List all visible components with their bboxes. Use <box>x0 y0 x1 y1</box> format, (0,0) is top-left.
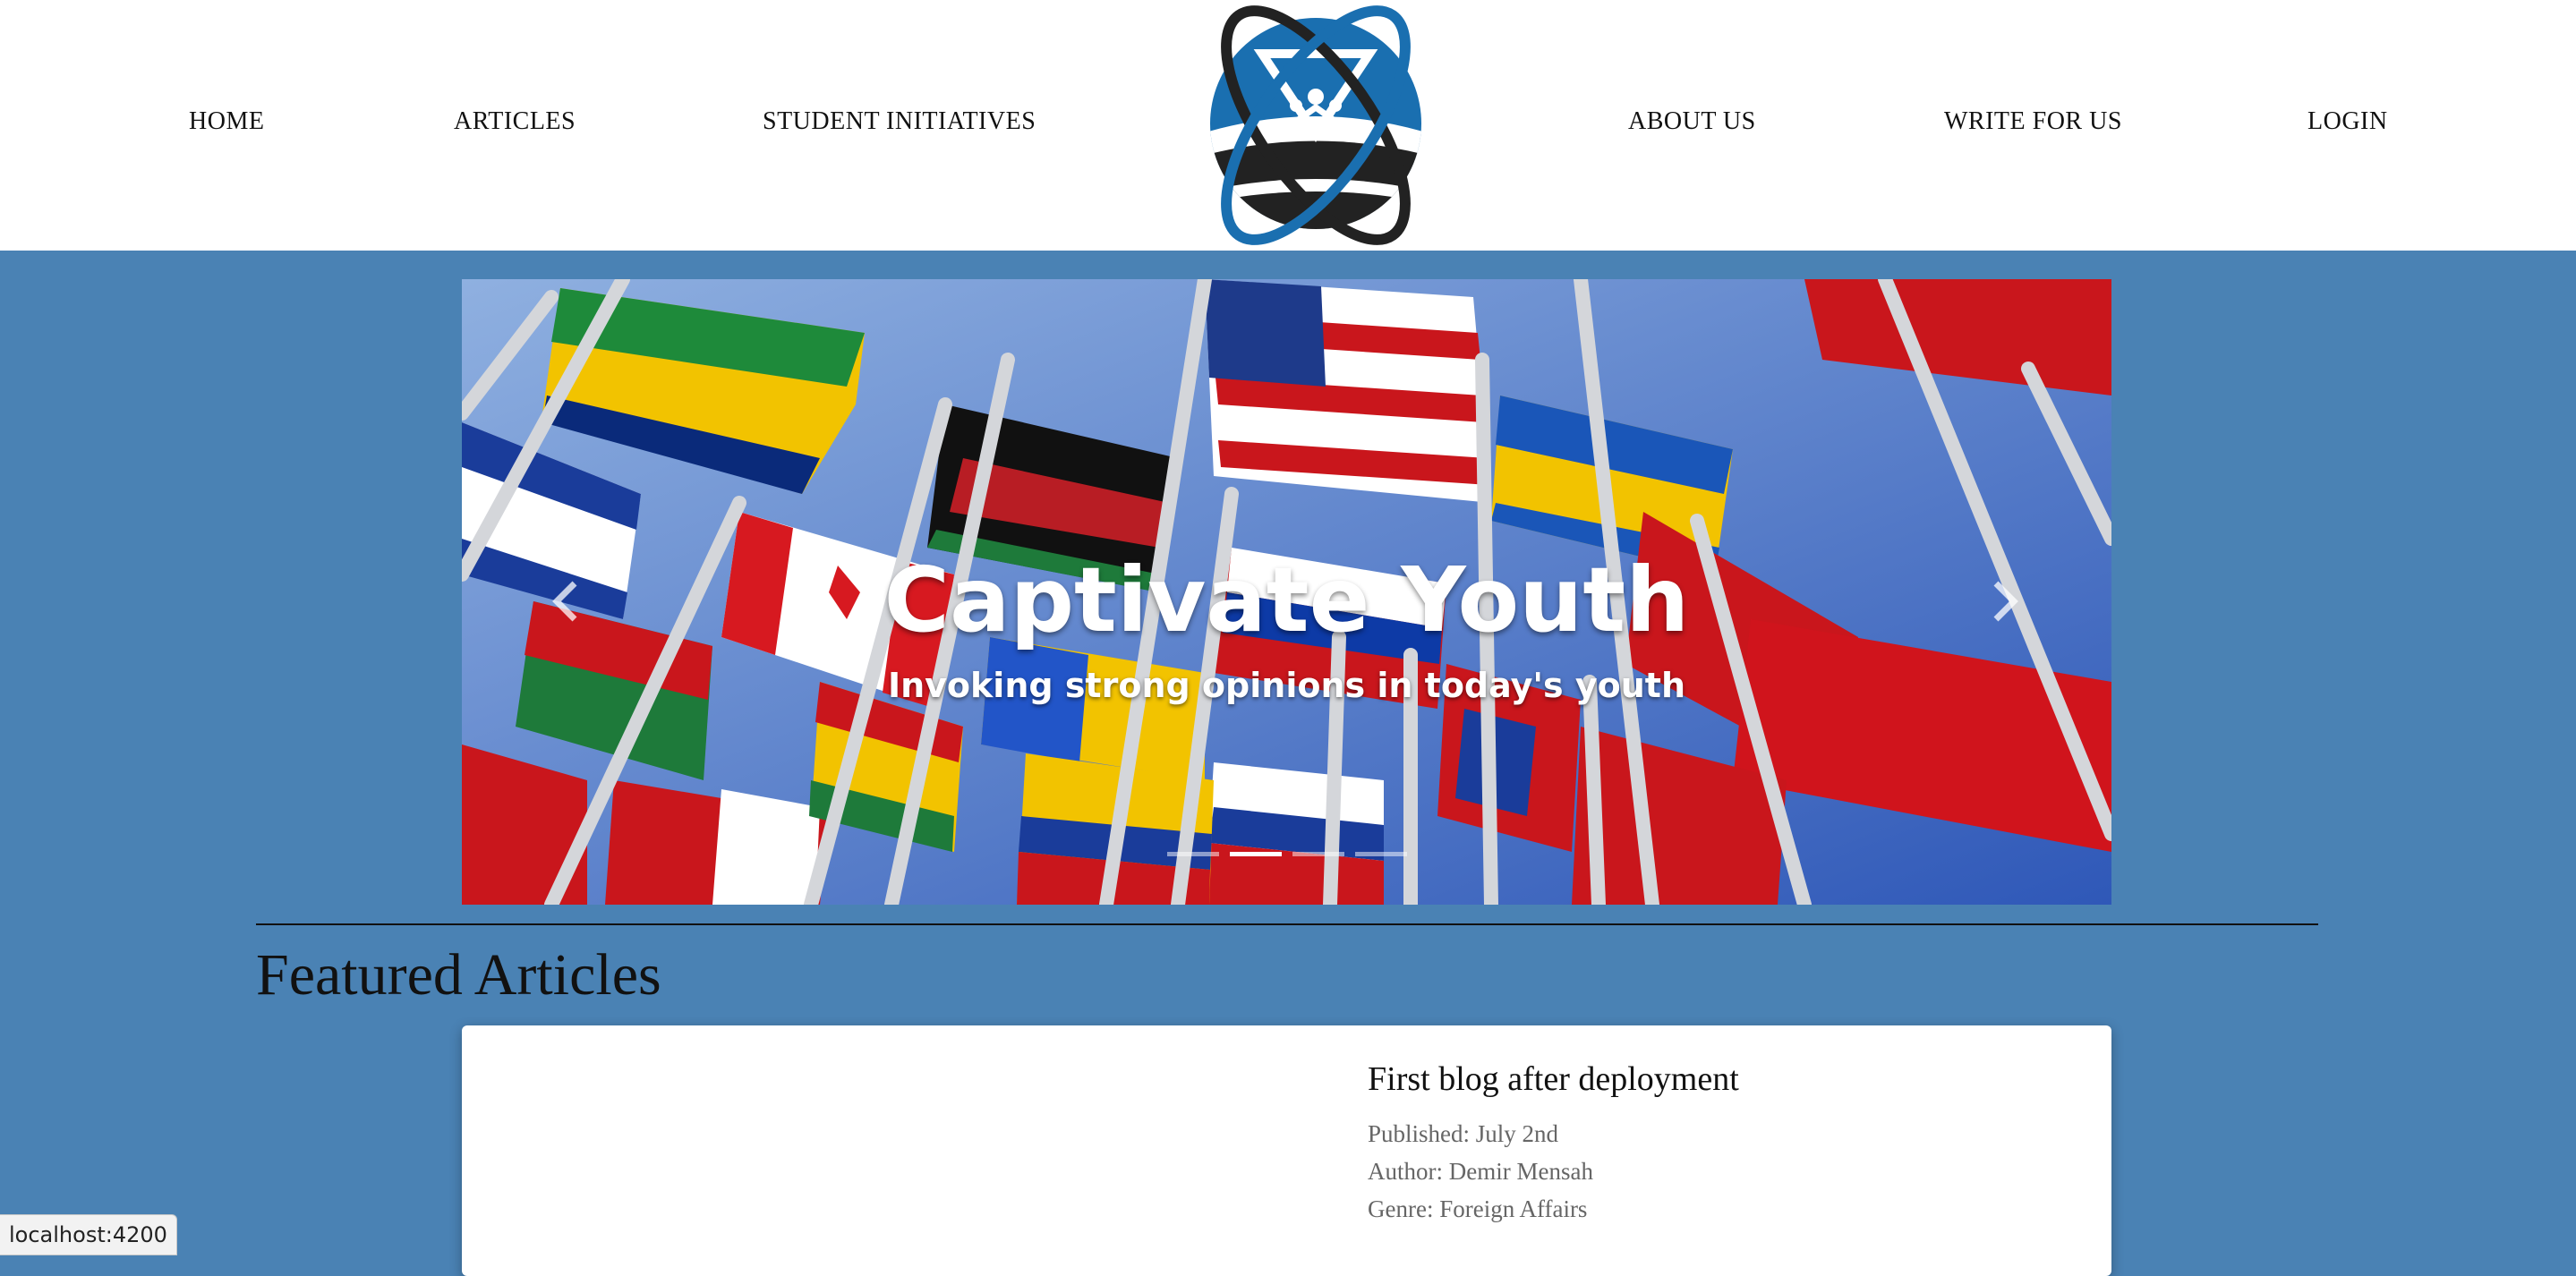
nav-home[interactable]: HOME <box>189 107 264 136</box>
section-divider <box>256 923 2318 925</box>
carousel-indicator[interactable] <box>1292 852 1344 856</box>
carousel-subtitle: Invoking strong opinions in today's yout… <box>887 666 1686 705</box>
globe-orbit-logo-icon[interactable] <box>1181 0 1450 251</box>
article-card[interactable]: First blog after deployment Published: J… <box>462 1025 2111 1276</box>
article-author: Author: Demir Mensah <box>1368 1158 1593 1185</box>
nav-login[interactable]: LOGIN <box>2307 107 2388 136</box>
carousel-indicator[interactable] <box>1354 852 1407 856</box>
carousel-indicator[interactable] <box>1166 852 1219 856</box>
article-published: Published: July 2nd <box>1368 1120 1559 1147</box>
nav-articles[interactable]: ARTICLES <box>454 107 576 136</box>
browser-status-url: localhost:4200 <box>0 1214 177 1255</box>
featured-articles-heading: Featured Articles <box>256 942 661 1008</box>
article-title[interactable]: First blog after deployment <box>1368 1059 1739 1099</box>
hero-carousel[interactable]: Captivate Youth Invoking strong opinions… <box>462 279 2111 905</box>
carousel-indicators <box>462 852 2111 856</box>
carousel-title: Captivate Youth <box>883 548 1690 652</box>
nav-about-us[interactable]: ABOUT US <box>1628 107 1756 136</box>
article-thumbnail[interactable] <box>489 1052 1312 1249</box>
article-genre: Genre: Foreign Affairs <box>1368 1195 1588 1222</box>
nav-student-initiatives[interactable]: STUDENT INITIATIVES <box>763 107 1036 136</box>
carousel-indicator-active[interactable] <box>1229 852 1282 856</box>
top-nav-bar: HOME ARTICLES STUDENT INITIATIVES ABOUT … <box>0 0 2576 251</box>
nav-write-for-us[interactable]: WRITE FOR US <box>1944 107 2122 136</box>
